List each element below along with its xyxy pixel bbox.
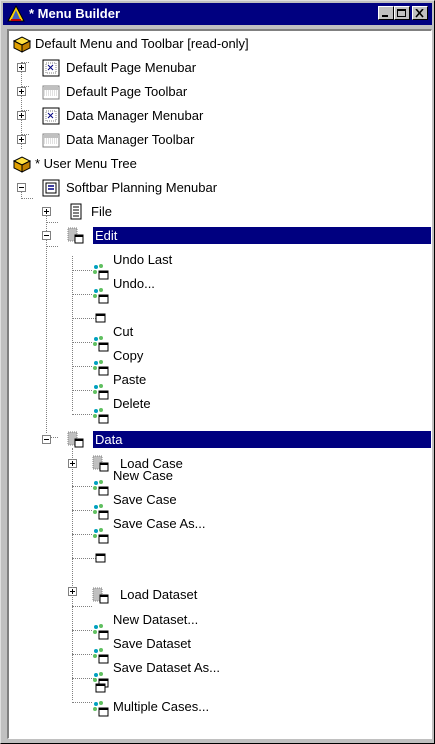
expand-toggle[interactable] bbox=[17, 111, 26, 120]
separator-icon bbox=[95, 683, 106, 693]
tree-node-label: Data Manager Toolbar bbox=[66, 132, 195, 147]
tree-node-menu-item[interactable]: New Dataset... bbox=[9, 612, 431, 643]
window-title: * Menu Builder bbox=[29, 6, 121, 21]
menu-group-icon bbox=[67, 227, 84, 244]
title-bar[interactable]: * Menu Builder bbox=[3, 3, 432, 25]
tree-node-label: File bbox=[91, 204, 112, 219]
tree-node-label: Save Case bbox=[113, 492, 177, 507]
app-icon bbox=[7, 5, 25, 22]
menu-item-icon bbox=[93, 528, 109, 544]
menu-builder-window: * Menu Builder Default Menu and Toolbar … bbox=[0, 0, 435, 744]
tree-node-label: * User Menu Tree bbox=[35, 156, 137, 171]
tree-node-label: Save Dataset bbox=[113, 636, 192, 651]
menu-item-icon bbox=[93, 288, 109, 304]
maximize-icon bbox=[397, 9, 406, 17]
tree-node-label: Undo... bbox=[113, 276, 155, 291]
tree-node-data-manager-menubar[interactable]: Data Manager Menubar bbox=[9, 103, 431, 127]
tree-node-load-dataset[interactable]: Load Dataset bbox=[9, 587, 431, 619]
close-button[interactable] bbox=[412, 6, 428, 20]
tree-node-label: Edit bbox=[93, 227, 431, 244]
tree-node-menu-item[interactable]: Undo Last bbox=[9, 252, 431, 283]
menu-tree[interactable]: Default Menu and Toolbar [read-only] Def… bbox=[7, 29, 432, 739]
expand-toggle[interactable] bbox=[68, 587, 77, 596]
separator-icon bbox=[95, 553, 106, 563]
tree-node-label: Default Menu and Toolbar [read-only] bbox=[35, 36, 249, 51]
tree-node-menu-item[interactable]: Save Case bbox=[9, 492, 431, 523]
expand-toggle[interactable] bbox=[68, 459, 77, 468]
minimize-icon bbox=[382, 15, 388, 17]
tree-node-label: Multiple Cases... bbox=[113, 699, 210, 714]
tree-node-menu-item[interactable]: Save Dataset As... bbox=[9, 660, 431, 691]
expand-toggle[interactable] bbox=[17, 135, 26, 144]
tree-node-menu-item[interactable]: New Case bbox=[9, 468, 431, 499]
tree-node-label: Softbar Planning Menubar bbox=[66, 180, 218, 195]
tree-node-menu-item[interactable]: Cut bbox=[9, 324, 431, 355]
tree-node-label: New Dataset... bbox=[113, 612, 199, 627]
menu-group-icon bbox=[92, 587, 109, 604]
tree-node-label: Default Page Toolbar bbox=[66, 84, 188, 99]
tree-node-menu-item[interactable]: Copy bbox=[9, 348, 431, 379]
tree-node-label: Copy bbox=[113, 348, 144, 363]
tree-node-separator[interactable] bbox=[9, 307, 431, 331]
menu-item-icon bbox=[93, 624, 109, 640]
tree-node-label: New Case bbox=[113, 468, 173, 483]
tree-node-label: Load Dataset bbox=[120, 587, 198, 602]
menubar-icon bbox=[42, 107, 60, 125]
minimize-button[interactable] bbox=[378, 6, 394, 20]
collapse-toggle[interactable] bbox=[42, 435, 51, 444]
tree-node-default-page-toolbar[interactable]: Default Page Toolbar bbox=[9, 79, 431, 103]
tree-node-separator[interactable] bbox=[9, 683, 431, 715]
menu-item-icon bbox=[93, 648, 109, 664]
close-icon bbox=[415, 9, 424, 18]
tree-node-user-menu-tree[interactable]: * User Menu Tree bbox=[9, 151, 431, 175]
tree-node-label: Data bbox=[93, 431, 431, 448]
tree-node-label: Undo Last bbox=[113, 252, 173, 267]
expand-toggle[interactable] bbox=[17, 63, 26, 72]
package-icon bbox=[12, 156, 32, 173]
tree-node-edit[interactable]: Edit bbox=[9, 223, 431, 247]
tree-node-menu-item[interactable]: Multiple Cases... bbox=[9, 699, 431, 738]
collapse-toggle[interactable] bbox=[42, 231, 51, 240]
menu-item-icon bbox=[93, 360, 109, 376]
menu-item-icon bbox=[93, 264, 109, 280]
tree-node-menu-item[interactable]: Paste bbox=[9, 372, 431, 403]
tree-node-label: Save Case As... bbox=[113, 516, 206, 531]
separator-icon bbox=[95, 313, 106, 323]
tree-node-separator[interactable] bbox=[9, 547, 431, 571]
menu-icon bbox=[70, 203, 82, 220]
menu-item-icon bbox=[93, 336, 109, 352]
collapse-toggle[interactable] bbox=[17, 183, 26, 192]
menu-item-icon bbox=[93, 384, 109, 400]
tree-node-data[interactable]: Data bbox=[9, 427, 431, 451]
tree-node-menu-item[interactable]: Save Case As... bbox=[9, 516, 431, 547]
tree-node-default-menu[interactable]: Default Menu and Toolbar [read-only] bbox=[9, 31, 431, 55]
expand-toggle[interactable] bbox=[42, 207, 51, 216]
tree-node-menu-item[interactable]: Undo... bbox=[9, 276, 431, 307]
tree-node-file[interactable]: File bbox=[9, 199, 431, 223]
toolbar-icon bbox=[42, 133, 60, 148]
tree-node-label: Data Manager Menubar bbox=[66, 108, 204, 123]
menubar-icon bbox=[42, 179, 60, 197]
tree-node-softbar-planning-menubar[interactable]: Softbar Planning Menubar bbox=[9, 175, 431, 199]
menu-group-icon bbox=[92, 455, 109, 472]
maximize-button[interactable] bbox=[394, 6, 410, 20]
tree-node-label: Paste bbox=[113, 372, 147, 387]
tree-node-menu-item[interactable]: Delete bbox=[9, 396, 431, 427]
menu-group-icon bbox=[67, 431, 84, 448]
tree-node-label: Default Page Menubar bbox=[66, 60, 197, 75]
package-icon bbox=[12, 36, 32, 53]
tree-node-load-case[interactable]: Load Case bbox=[9, 451, 431, 475]
tree-node-default-page-menubar[interactable]: Default Page Menubar bbox=[9, 55, 431, 79]
tree-node-label: Delete bbox=[113, 396, 151, 411]
tree-node-data-manager-toolbar[interactable]: Data Manager Toolbar bbox=[9, 127, 431, 151]
tree-node-label: Cut bbox=[113, 324, 134, 339]
menu-item-icon bbox=[93, 504, 109, 520]
menu-item-icon bbox=[93, 701, 109, 717]
menu-item-icon bbox=[93, 408, 109, 424]
expand-toggle[interactable] bbox=[17, 87, 26, 96]
menubar-icon bbox=[42, 59, 60, 77]
tree-node-label: Save Dataset As... bbox=[113, 660, 220, 675]
menu-item-icon bbox=[93, 480, 109, 496]
toolbar-icon bbox=[42, 85, 60, 100]
